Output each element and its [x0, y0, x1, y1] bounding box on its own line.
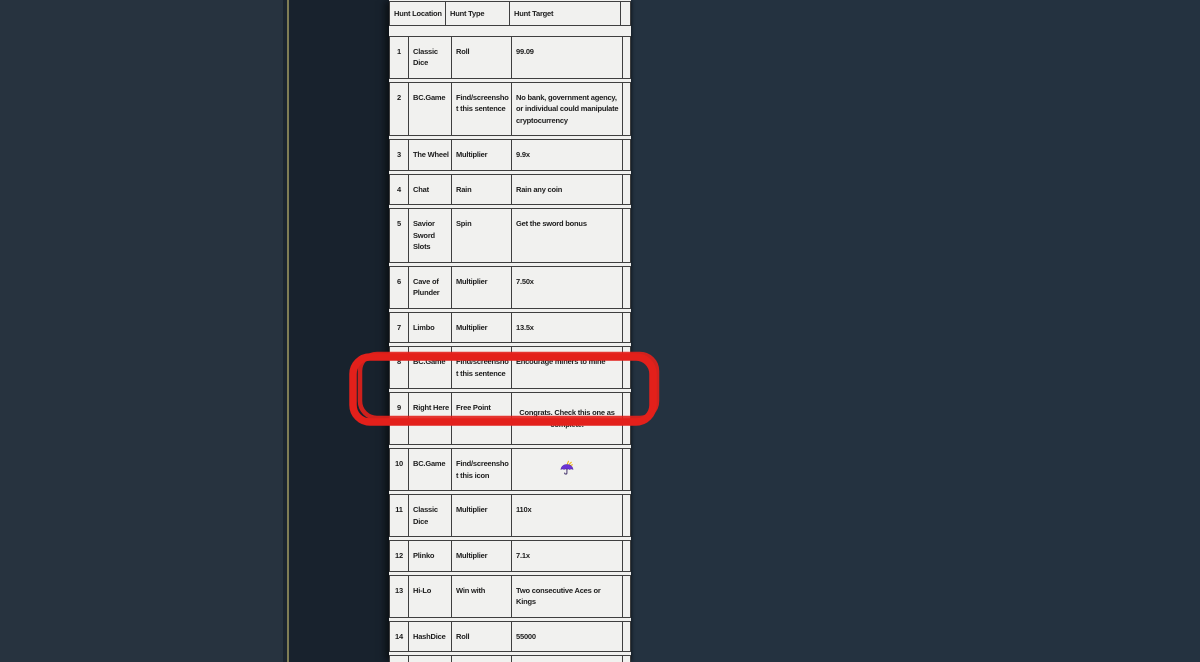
hunt-type-cell: Multiplier: [452, 313, 512, 343]
header-hunt-location: Hunt Location: [390, 2, 446, 25]
table-row: 10 BC.Game Find/screenshot this icon: [389, 448, 631, 491]
hunt-target-cell: 7.50x: [512, 267, 623, 308]
header-hunt-target: Hunt Target: [510, 2, 621, 25]
hunt-type-cell: Rain: [452, 175, 512, 205]
spacer-cell: [623, 83, 630, 136]
hunt-target-cell: Rain any coin: [512, 175, 623, 205]
hunt-location-cell: Chat: [409, 175, 452, 205]
row-number-cell: 5: [390, 209, 409, 262]
hunt-location-cell: Plinko: [409, 541, 452, 571]
row-number-cell: 15: [390, 656, 409, 662]
hunt-type-cell: Find/screenshot this icon: [452, 449, 512, 490]
hunt-target-cell: 13.5x: [512, 313, 623, 343]
row-number-cell: 4: [390, 175, 409, 205]
hunt-location-cell: Savior Sword Slots: [409, 209, 452, 262]
hunt-target-cell: 7.1x: [512, 541, 623, 571]
hunt-location-cell: The Wheel: [409, 140, 452, 170]
hunt-location-cell: Hi-Lo: [409, 576, 452, 617]
hunt-type-cell: Multiplier: [452, 267, 512, 308]
hunt-target-cell: 30x: [512, 656, 623, 662]
hunt-type-cell: Multiplier: [452, 656, 512, 662]
hunt-target-cell: Get the sword bonus: [512, 209, 623, 262]
table-header-row: Hunt Location Hunt Type Hunt Target: [389, 1, 631, 26]
row-number-cell: 12: [390, 541, 409, 571]
row-number-cell: 10: [390, 449, 409, 490]
hunt-target-cell: 99.09: [512, 37, 623, 78]
hunt-type-cell: Roll: [452, 622, 512, 652]
hunt-location-cell: BC.Game: [409, 449, 452, 490]
highlight-annotation: [346, 349, 664, 431]
row-number-cell: 2: [390, 83, 409, 136]
hunt-type-cell: Spin: [452, 209, 512, 262]
table-row: 13 Hi-Lo Win with Two consecutive Aces o…: [389, 575, 631, 618]
table-row: 11 Classic Dice Multiplier 110x: [389, 494, 631, 537]
hunt-target-cell: 9.9x: [512, 140, 623, 170]
row-number-cell: 3: [390, 140, 409, 170]
hunt-type-cell: Multiplier: [452, 495, 512, 536]
table-row: 2 BC.Game Find/screenshot this sentence …: [389, 82, 631, 137]
table-row: 7 Limbo Multiplier 13.5x: [389, 312, 631, 344]
row-number-cell: 1: [390, 37, 409, 78]
hunt-type-cell: Find/screenshot this sentence: [452, 83, 512, 136]
hunt-location-cell: Classic Dice: [409, 495, 452, 536]
hunt-location-cell: Cave of Plunder: [409, 267, 452, 308]
spacer-cell: [623, 576, 630, 617]
hunt-target-cell: 110x: [512, 495, 623, 536]
header-hunt-type: Hunt Type: [446, 2, 510, 25]
table-row: 5 Savior Sword Slots Spin Get the sword …: [389, 208, 631, 263]
table-row: 4 Chat Rain Rain any coin: [389, 174, 631, 206]
table-row: 15 HashDice Multiplier 30x: [389, 655, 631, 662]
spacer-cell: [623, 622, 630, 652]
row-number-cell: 14: [390, 622, 409, 652]
left-background-panel: [0, 0, 283, 662]
hunt-location-cell: HashDice: [409, 656, 452, 662]
spacer-cell: [623, 656, 630, 662]
table-row: 14 HashDice Roll 55000: [389, 621, 631, 653]
spacer-cell: [623, 495, 630, 536]
table-row: 6 Cave of Plunder Multiplier 7.50x: [389, 266, 631, 309]
row-number-cell: 11: [390, 495, 409, 536]
spacer-cell: [623, 209, 630, 262]
umbrella-icon: [559, 460, 575, 476]
spacer-cell: [623, 140, 630, 170]
document-gutter: [289, 0, 389, 662]
document-page: Hunt Location Hunt Type Hunt Target 1 Cl…: [389, 0, 631, 662]
hunt-location-cell: Classic Dice: [409, 37, 452, 78]
hunt-target-cell: [512, 449, 623, 490]
header-spacer-cell: [621, 2, 630, 25]
hunt-target-cell: Two consecutive Aces or Kings: [512, 576, 623, 617]
hunt-location-cell: Limbo: [409, 313, 452, 343]
spacer-cell: [623, 541, 630, 571]
hunt-type-cell: Multiplier: [452, 541, 512, 571]
hunt-location-cell: BC.Game: [409, 83, 452, 136]
row-number-cell: 13: [390, 576, 409, 617]
hunt-location-cell: HashDice: [409, 622, 452, 652]
table-row: 12 Plinko Multiplier 7.1x: [389, 540, 631, 572]
row-number-cell: 6: [390, 267, 409, 308]
hunt-target-cell: 55000: [512, 622, 623, 652]
hunt-type-cell: Multiplier: [452, 140, 512, 170]
hunt-type-cell: Roll: [452, 37, 512, 78]
hunt-target-cell: No bank, government agency, or individua…: [512, 83, 623, 136]
spacer-cell: [623, 175, 630, 205]
spacer-cell: [623, 449, 630, 490]
hunt-type-cell: Win with: [452, 576, 512, 617]
spacer-cell: [623, 37, 630, 78]
table-row: 3 The Wheel Multiplier 9.9x: [389, 139, 631, 171]
spacer-cell: [623, 313, 630, 343]
row-number-cell: 7: [390, 313, 409, 343]
table-row: 1 Classic Dice Roll 99.09: [389, 36, 631, 79]
spacer-cell: [623, 267, 630, 308]
